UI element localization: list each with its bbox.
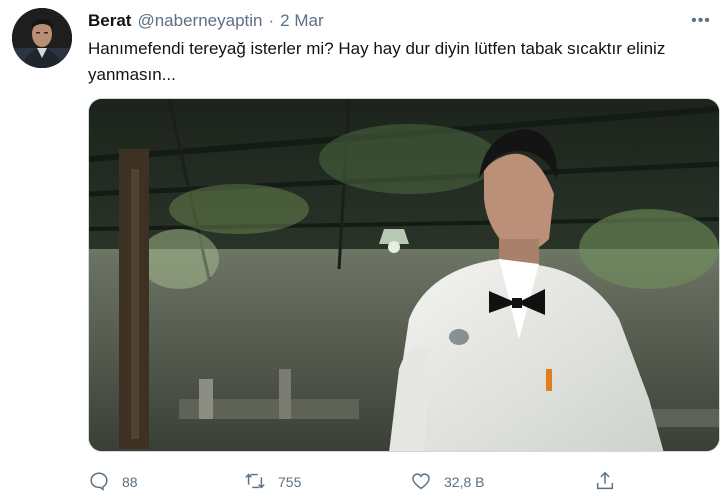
- more-icon[interactable]: •••: [688, 10, 714, 32]
- action-bar: 88 755 32,8 B: [88, 468, 720, 496]
- reply-count: 88: [122, 474, 138, 490]
- retweet-button[interactable]: 755: [244, 468, 301, 496]
- tweet: Berat @naberneyaptin · 2 Mar ••• Hanımef…: [0, 0, 728, 502]
- share-button[interactable]: [594, 468, 616, 496]
- avatar[interactable]: [12, 8, 72, 68]
- like-button[interactable]: 32,8 B: [410, 468, 484, 496]
- tweet-header: Berat @naberneyaptin · 2 Mar: [88, 10, 324, 32]
- reply-button[interactable]: 88: [88, 468, 138, 496]
- author-name[interactable]: Berat: [88, 11, 131, 31]
- heart-icon: [410, 470, 432, 495]
- like-count: 32,8 B: [444, 474, 485, 490]
- tweet-photo[interactable]: [88, 98, 720, 452]
- share-icon: [594, 470, 616, 495]
- separator: ·: [268, 11, 275, 30]
- author-handle[interactable]: @naberneyaptin: [137, 11, 262, 31]
- tweet-text: Hanımefendi tereyağ isterler mi? Hay hay…: [88, 39, 666, 84]
- retweet-icon: [244, 470, 266, 495]
- retweet-count: 755: [278, 474, 302, 490]
- tweet-date[interactable]: 2 Mar: [280, 11, 323, 31]
- reply-icon: [88, 470, 110, 495]
